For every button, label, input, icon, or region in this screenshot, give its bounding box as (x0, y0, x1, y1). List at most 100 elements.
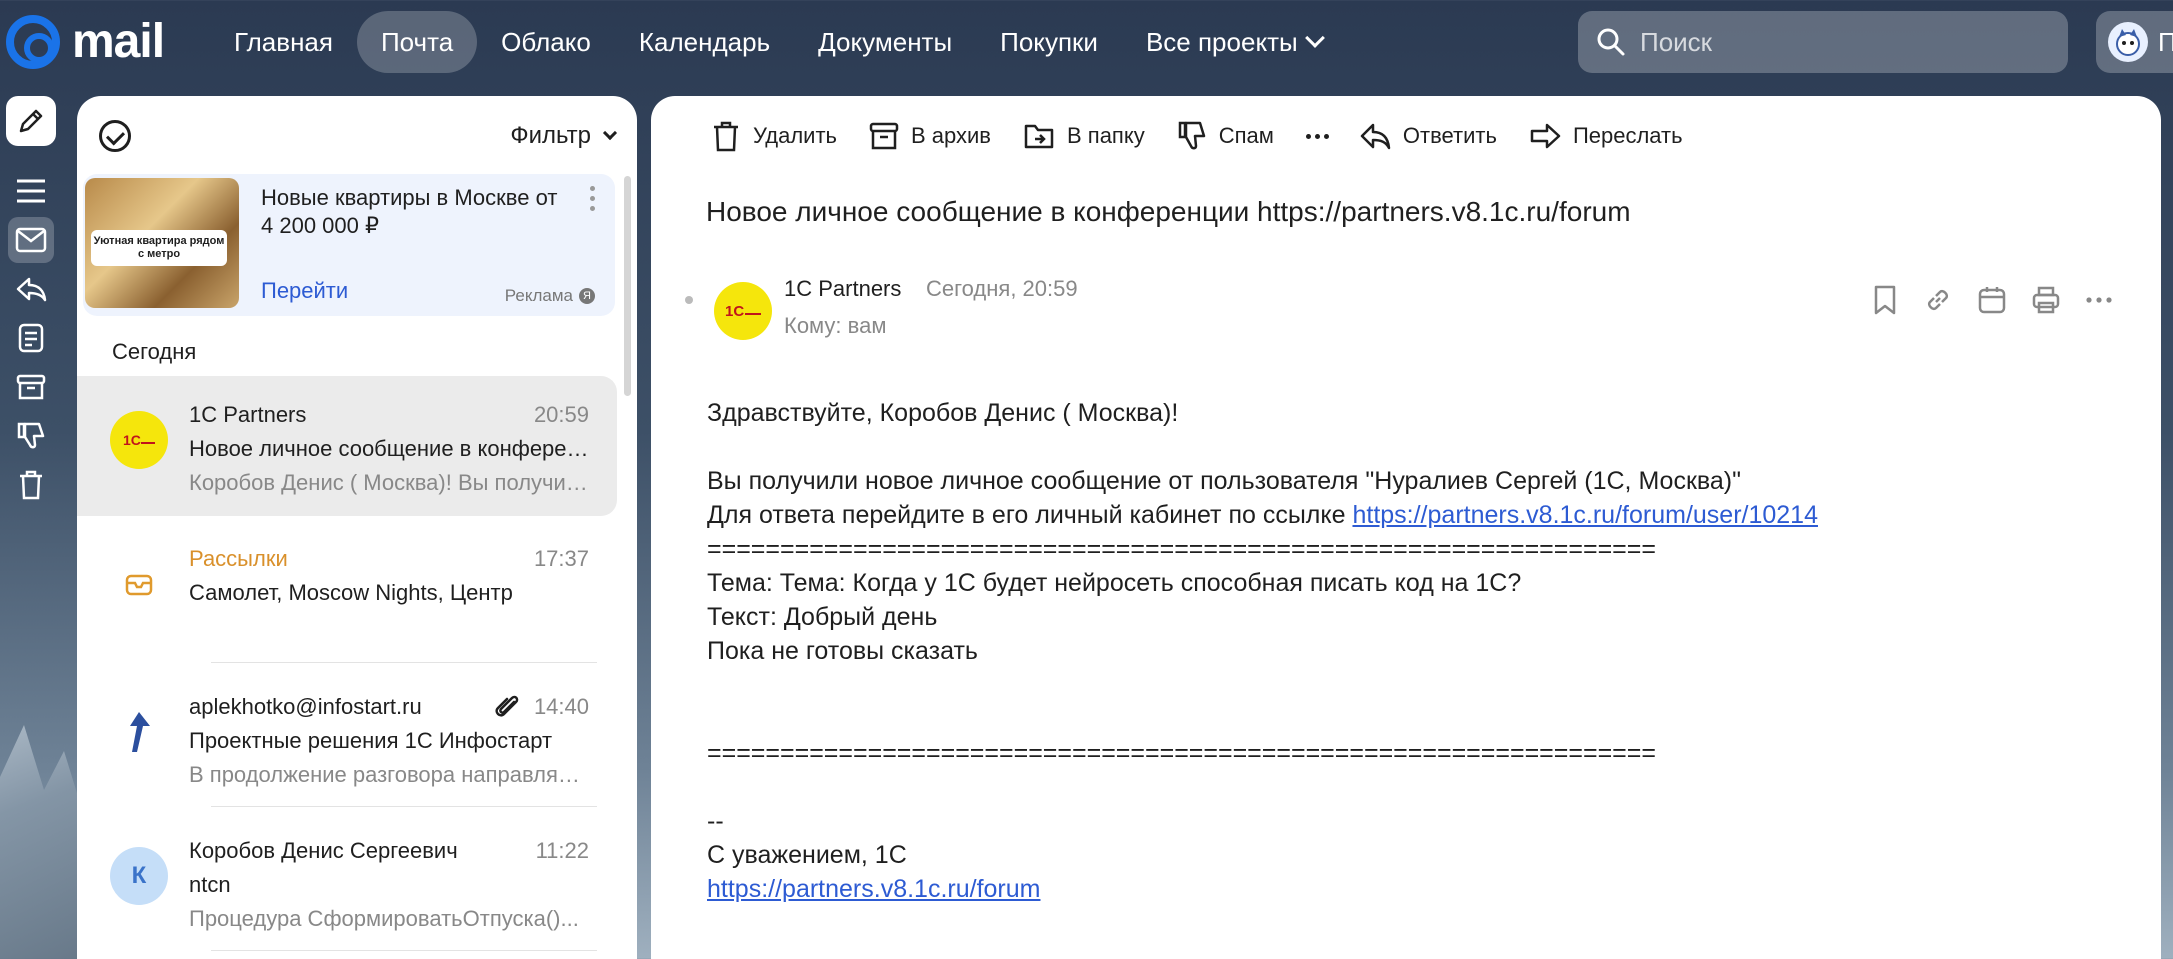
read-status-dot[interactable] (685, 296, 693, 304)
message-item[interactable]: Рассылки 17:37 Самолет, Moscow Nights, Ц… (77, 520, 617, 660)
message-item[interactable]: 1С 1C Partners 20:59 Новое личное сообще… (77, 376, 617, 516)
bookmark-icon[interactable] (1871, 284, 1899, 316)
message-sender: Коробов Денис Сергеевич (189, 838, 458, 863)
search-input[interactable] (1640, 26, 2060, 58)
reply-button[interactable]: Ответить (1359, 121, 1497, 151)
user-name-initial: П (2158, 26, 2173, 57)
move-to-folder-button[interactable]: В папку (1023, 121, 1145, 151)
message-preview: Процедура СформироватьОтпуска()... (189, 906, 579, 931)
message-subject: ntcn (189, 872, 231, 897)
dot-icon (590, 196, 595, 201)
envelope-icon (15, 227, 47, 253)
filter-label: Фильтр (510, 122, 591, 149)
spam-folder-button[interactable] (8, 413, 54, 459)
chevron-down-icon (1304, 28, 1325, 48)
svg-text:1С: 1С (725, 303, 744, 320)
ad-image: Уютная квартира рядом с метро (85, 178, 239, 308)
user-profile-link[interactable]: https://partners.v8.1c.ru/forum/user/102… (1352, 501, 1818, 529)
calendar-icon[interactable] (1977, 285, 2007, 315)
pencil-icon (19, 109, 43, 133)
user-menu[interactable]: П (2096, 11, 2173, 73)
all-projects-label: Все проекты (1145, 27, 1298, 57)
trash-icon (714, 121, 738, 152)
move-to-folder-label: В папку (1067, 123, 1145, 148)
hamburger-icon (17, 179, 45, 203)
body-divider-2: ========================================… (707, 739, 1656, 767)
forum-link[interactable]: https://partners.v8.1c.ru/forum (707, 875, 1040, 903)
message-actions (1871, 284, 2113, 316)
message-time: 11:22 (535, 838, 589, 863)
body-text: Текст: Добрый день (707, 603, 938, 631)
nav-item-cloud[interactable]: Облако (477, 11, 615, 73)
message-sender: Рассылки (189, 546, 288, 571)
message-time: 20:59 (533, 402, 589, 427)
compose-button[interactable] (6, 96, 56, 146)
message-sender: aplekhotko@infostart.ru (189, 694, 422, 719)
message-sender: 1C Partners (189, 402, 307, 427)
delete-button[interactable]: Удалить (711, 120, 837, 152)
body-text-2: Пока не готовы сказать (707, 637, 978, 665)
spam-button[interactable]: Спам (1177, 120, 1274, 152)
dot-icon (1305, 133, 1311, 139)
nav-item-mail[interactable]: Почта (356, 11, 478, 73)
more-actions-button[interactable] (1305, 133, 1329, 139)
forward-label: Переслать (1572, 123, 1683, 148)
link-icon[interactable] (1923, 285, 1953, 315)
mail-logo[interactable]: mail (6, 14, 165, 69)
background-mountains (0, 725, 80, 959)
nav-item-all-projects[interactable]: Все проекты (1122, 11, 1346, 73)
svg-text:1С: 1С (123, 432, 141, 448)
reply-arrow-icon (16, 277, 47, 302)
archive-button[interactable]: В архив (869, 121, 991, 151)
search-icon (1597, 28, 1625, 56)
folder-move-icon (1024, 124, 1054, 149)
ad-title: Новые квартиры в Москве от 4 200 000 ₽ (261, 185, 558, 238)
sender-avatar: К (110, 847, 168, 905)
message-date: Сегодня, 20:59 (926, 276, 1078, 301)
more-icon[interactable] (2085, 295, 2113, 305)
list-scrollbar[interactable] (624, 176, 631, 396)
filter-dropdown[interactable]: Фильтр (510, 122, 618, 150)
ad-more-button[interactable] (590, 186, 595, 211)
ad-label: Реклама Я (505, 286, 595, 306)
ad-label-text: Реклама (504, 286, 573, 305)
yandex-badge-icon: Я (579, 288, 595, 304)
ad-banner[interactable]: Уютная квартира рядом с метро Новые квар… (83, 174, 615, 316)
at-logo-icon (6, 14, 60, 69)
arrow-logo-icon (130, 712, 150, 752)
archive-box-icon (16, 374, 46, 400)
group-label-today: Сегодня (112, 339, 197, 364)
sender-avatar: 1С (110, 411, 168, 469)
message-item[interactable]: aplekhotko@infostart.ru 14:40 Проектные … (77, 668, 617, 808)
message-item[interactable]: К Коробов Денис Сергеевич 11:22 ntcn Про… (77, 812, 617, 952)
dot-icon (1314, 133, 1320, 139)
search-box[interactable] (1578, 11, 2068, 73)
recipients[interactable]: Кому: вам (784, 313, 886, 339)
divider (211, 662, 597, 663)
list-header: Фильтр (77, 96, 637, 176)
nav-item-home[interactable]: Главная (210, 11, 357, 73)
archive-folder-button[interactable] (8, 364, 54, 410)
print-icon[interactable] (2031, 285, 2061, 315)
1c-logo-icon: 1С (123, 432, 155, 448)
trash-folder-button[interactable] (8, 462, 54, 508)
nav-item-documents[interactable]: Документы (794, 11, 976, 73)
newsletter-avatar (110, 555, 168, 613)
divider (211, 950, 597, 951)
top-nav: Главная Почта Облако Календарь Документы… (210, 11, 1346, 73)
thumbs-down-icon (1178, 121, 1205, 150)
forward-button[interactable]: Переслать (1529, 121, 1683, 151)
select-all-checkbox[interactable] (99, 120, 131, 152)
ad-link[interactable]: Перейти (261, 278, 348, 304)
nav-item-purchases[interactable]: Покупки (976, 11, 1122, 73)
drafts-folder-button[interactable] (8, 315, 54, 361)
sent-folder-button[interactable] (8, 266, 54, 312)
newsletter-tray-icon (125, 574, 153, 596)
nav-item-calendar[interactable]: Календарь (615, 11, 794, 73)
message-preview: В продолжение разговора направляю информ… (189, 762, 589, 787)
inbox-folder-button[interactable] (8, 217, 54, 263)
menu-button[interactable] (8, 168, 54, 214)
message-toolbar: Удалить В архив В папку Спам Ответить Пе… (711, 116, 1715, 156)
message-subject: Проектные решения 1С Инфостарт (189, 728, 553, 753)
sender-name[interactable]: 1C Partners (784, 276, 901, 302)
